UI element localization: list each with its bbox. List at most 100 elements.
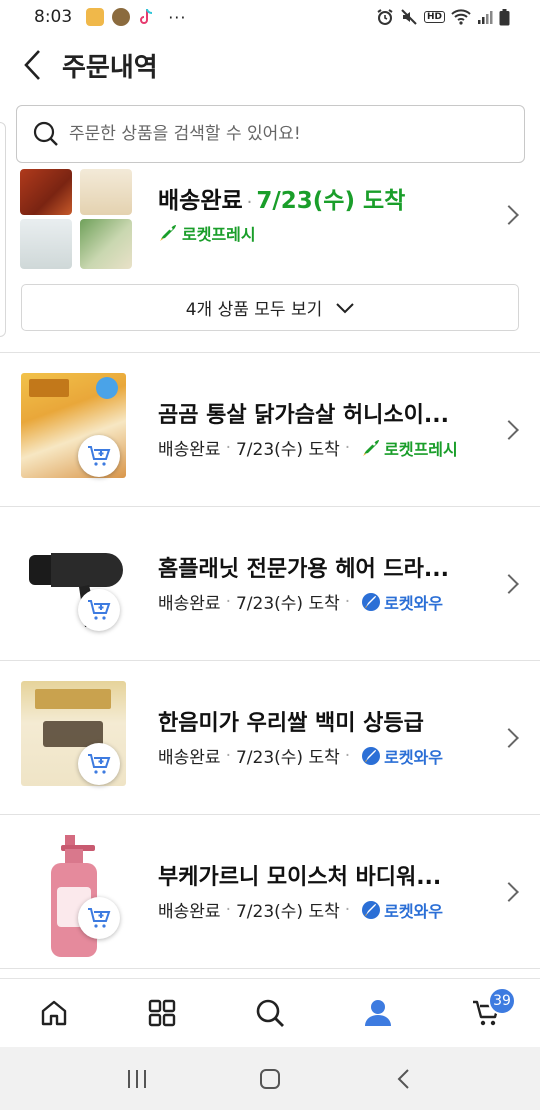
order-item-row[interactable]: 한음미가 우리쌀 백미 상등급 배송완료 · 7/23(수) 도착 · 로켓와우 — [0, 661, 540, 815]
product-name[interactable]: 곰곰 통살 닭가슴살 허니소이... — [158, 397, 468, 429]
arrival-date: 7/23(수) 도착 — [256, 188, 406, 214]
divider — [0, 968, 540, 969]
page-title: 주문내역 — [62, 52, 158, 83]
category-grid-icon — [148, 999, 176, 1026]
rocket-wow-badge: 로켓와우 — [361, 744, 443, 768]
back-button[interactable] — [8, 36, 58, 94]
bottom-navigation: 39 — [0, 978, 540, 1046]
cart-add-icon — [88, 600, 111, 620]
product-thumbnail — [80, 219, 132, 269]
view-all-label: 4개 상품 모두 보기 — [185, 300, 323, 320]
order-thumbnails — [20, 169, 132, 269]
nav-search[interactable] — [240, 983, 300, 1043]
product-status: 배송완료 · 7/23(수) 도착 · 로켓와우 — [158, 743, 443, 769]
add-to-cart-button[interactable] — [78, 897, 120, 939]
order-search-box[interactable] — [16, 105, 525, 163]
order-item-row[interactable]: 부케가르니 모이스처 바디워... 배송완료 · 7/23(수) 도착 · 로켓와우 — [0, 815, 540, 969]
product-name[interactable]: 한음미가 우리쌀 백미 상등급 — [158, 705, 468, 737]
alarm-icon — [377, 9, 393, 25]
search-icon — [256, 999, 284, 1027]
delivery-type-label: 로켓프레시 — [182, 225, 256, 244]
product-image — [21, 373, 126, 478]
product-image — [21, 835, 126, 957]
rocket-icon — [160, 225, 176, 241]
home-square-icon — [259, 1068, 280, 1089]
status-time: 8:03 — [34, 7, 73, 27]
chevron-left-icon — [24, 50, 40, 80]
product-status: 배송완료 · 7/23(수) 도착 · 로켓와우 — [158, 589, 443, 615]
rocket-fresh-badge: 로켓프레시 — [158, 221, 256, 245]
product-thumbnail — [20, 219, 72, 269]
order-group-status: 배송완료 · 7/23(수) 도착 — [158, 188, 406, 214]
search-input[interactable] — [69, 124, 489, 144]
nav-my-account[interactable] — [348, 983, 408, 1043]
chevron-right-icon[interactable] — [499, 882, 519, 902]
cart-count-badge: 39 — [488, 986, 516, 1015]
back-arrow-icon — [397, 1068, 410, 1089]
arrival-date: 7/23(수) 도착 — [235, 594, 340, 614]
notification-overflow: ··· — [168, 7, 187, 27]
cart-add-icon — [88, 908, 111, 928]
rocket-wow-icon — [362, 900, 381, 919]
badge-label: 로켓와우 — [384, 901, 444, 921]
nav-category[interactable] — [132, 983, 192, 1043]
header: 주문내역 — [0, 36, 540, 94]
search-icon — [33, 121, 58, 146]
nav-cart[interactable]: 39 — [456, 983, 516, 1043]
gallery-app-icon — [86, 8, 105, 26]
order-item-row[interactable]: 곰곰 통살 닭가슴살 허니소이... 배송완료 · 7/23(수) 도착 · 로켓프레… — [0, 353, 540, 507]
hd-indicator: HD — [423, 11, 445, 23]
product-thumbnail — [80, 169, 132, 215]
home-icon — [41, 1000, 67, 1025]
arrival-date: 7/23(수) 도착 — [235, 748, 340, 768]
view-all-products-button[interactable]: 4개 상품 모두 보기 — [21, 284, 519, 331]
rocket-fresh-badge: 로켓프레시 — [361, 436, 458, 460]
battery-icon — [499, 8, 510, 25]
product-status: 배송완료 · 7/23(수) 도착 · 로켓와우 — [158, 897, 443, 923]
chevron-right-icon[interactable] — [499, 728, 519, 748]
delivery-status: 배송완료 — [158, 188, 243, 214]
rocket-icon — [363, 439, 380, 456]
rocket-wow-badge: 로켓와우 — [361, 590, 443, 614]
delivery-status: 배송완료 — [158, 748, 221, 768]
product-image — [21, 681, 126, 786]
chevron-right-icon[interactable] — [499, 420, 519, 440]
recent-apps-icon — [127, 1069, 146, 1088]
add-to-cart-button[interactable] — [78, 589, 120, 631]
add-to-cart-button[interactable] — [78, 435, 120, 477]
delivery-status: 배송완료 — [158, 440, 221, 460]
rocket-wow-icon — [362, 592, 381, 611]
add-to-cart-button[interactable] — [78, 743, 120, 785]
order-item-row[interactable]: 홈플래닛 전문가용 헤어 드라... 배송완료 · 7/23(수) 도착 · 로켓와우 — [0, 507, 540, 661]
rocket-wow-badge: 로켓와우 — [361, 898, 443, 922]
order-group[interactable]: 배송완료 · 7/23(수) 도착 로켓프레시 4개 상품 모두 보기 — [0, 163, 540, 351]
chevron-right-icon[interactable] — [499, 574, 519, 594]
home-system-button[interactable] — [250, 1059, 290, 1099]
arrival-date: 7/23(수) 도착 — [235, 902, 340, 922]
body-wash-image — [51, 835, 97, 957]
product-image — [21, 527, 126, 632]
wifi-icon — [451, 9, 471, 25]
nav-home[interactable] — [24, 983, 84, 1043]
back-system-button[interactable] — [383, 1059, 423, 1099]
status-bar: 8:03 ··· HD — [0, 0, 540, 34]
chevron-down-icon — [336, 302, 354, 313]
badge-label: 로켓와우 — [384, 747, 444, 767]
rocket-wow-icon — [362, 746, 381, 765]
tiktok-icon — [138, 8, 154, 26]
system-navigation — [0, 1047, 540, 1110]
mute-icon — [401, 9, 417, 25]
recent-apps-button[interactable] — [117, 1059, 157, 1099]
product-status: 배송완료 · 7/23(수) 도착 · 로켓프레시 — [158, 435, 458, 461]
status-icons: HD — [376, 8, 510, 26]
badge-label: 로켓와우 — [384, 593, 444, 613]
chevron-right-icon[interactable] — [499, 205, 519, 225]
product-name[interactable]: 부케가르니 모이스처 바디워... — [158, 859, 468, 891]
cart-add-icon — [88, 754, 111, 774]
arrival-date: 7/23(수) 도착 — [235, 440, 340, 460]
product-name[interactable]: 홈플래닛 전문가용 헤어 드라... — [158, 551, 468, 583]
signal-icon — [478, 11, 493, 24]
cart-add-icon — [88, 446, 111, 466]
delivery-status: 배송완료 — [158, 902, 221, 922]
badge-label: 로켓프레시 — [384, 439, 458, 459]
